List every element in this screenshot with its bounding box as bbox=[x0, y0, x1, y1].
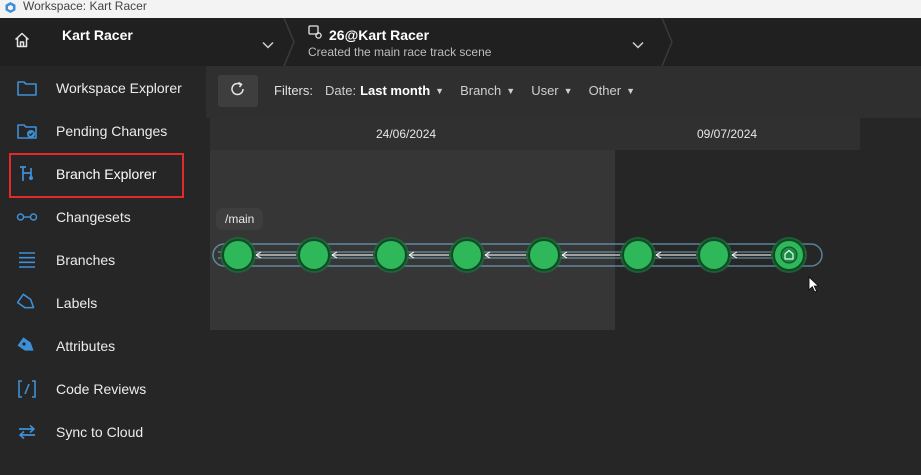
sidebar-item-label: Workspace Explorer bbox=[56, 80, 182, 96]
repository-selector[interactable]: Kart Racer bbox=[44, 18, 286, 66]
changeset-node bbox=[451, 239, 483, 271]
branch-explorer-view: Filters: Date: Last month ▼ Branch ▼ Use… bbox=[206, 66, 921, 475]
date-filter-label: Date: bbox=[325, 83, 357, 98]
sidebar-item-label: Sync to Cloud bbox=[56, 424, 144, 440]
chevron-down-icon: ▼ bbox=[506, 85, 516, 96]
sidebar-item-label: Changesets bbox=[56, 209, 131, 225]
chevron-down-icon bbox=[632, 36, 644, 54]
changeset-id: 26@Kart Racer bbox=[329, 26, 430, 43]
mouse-cursor-icon bbox=[808, 275, 820, 299]
sidebar-item-changesets[interactable]: Changesets bbox=[0, 196, 206, 238]
branches-list-icon bbox=[15, 248, 39, 272]
sidebar-item-sync-to-cloud[interactable]: Sync to Cloud bbox=[0, 411, 206, 453]
header-bar: Kart Racer 26@Kart Racer Created the mai… bbox=[0, 18, 921, 66]
filter-toolbar: Filters: Date: Last month ▼ Branch ▼ Use… bbox=[206, 66, 921, 118]
sidebar-item-label: Pending Changes bbox=[56, 123, 168, 139]
filters-label: Filters: bbox=[274, 83, 313, 98]
code-review-icon bbox=[15, 377, 39, 401]
sidebar-item-label: Code Reviews bbox=[56, 381, 147, 397]
home-button[interactable] bbox=[0, 18, 44, 66]
sidebar-item-label: Branches bbox=[56, 252, 116, 268]
chevron-down-icon bbox=[262, 36, 274, 54]
changeset-description: Created the main race track scene bbox=[308, 45, 492, 59]
attributes-tag-icon bbox=[15, 334, 39, 358]
window-titlebar: Workspace: Kart Racer bbox=[0, 0, 921, 18]
chevron-down-icon: ▼ bbox=[435, 85, 445, 96]
changeset-node bbox=[622, 239, 654, 271]
sidebar-item-workspace-explorer[interactable]: Workspace Explorer bbox=[0, 67, 206, 109]
changeset-node bbox=[528, 239, 560, 271]
changeset-icon bbox=[308, 25, 323, 44]
changesets-icon bbox=[15, 205, 39, 229]
changeset-node bbox=[698, 239, 730, 271]
branch-filter-dropdown[interactable]: Branch ▼ bbox=[460, 83, 515, 98]
sidebar-item-pending-changes[interactable]: Pending Changes bbox=[0, 110, 206, 152]
branch-explorer-icon bbox=[15, 162, 39, 186]
repository-name: Kart Racer bbox=[62, 27, 133, 43]
label-tag-icon bbox=[15, 291, 39, 315]
branch-timeline[interactable]: 24/06/2024 09/07/2024 /main bbox=[206, 118, 921, 475]
date-filter-dropdown[interactable]: Date: Last month ▼ bbox=[325, 83, 444, 98]
window-title: Workspace: Kart Racer bbox=[23, 0, 147, 13]
sync-icon bbox=[15, 420, 39, 444]
sidebar-item-label: Attributes bbox=[56, 338, 116, 354]
other-filter-dropdown[interactable]: Other ▼ bbox=[589, 83, 635, 98]
breadcrumb-separator bbox=[661, 18, 673, 66]
changeset-selector[interactable]: 26@Kart Racer Created the main race trac… bbox=[290, 18, 660, 66]
plastic-logo-icon bbox=[4, 1, 17, 14]
date-filter-value: Last month bbox=[360, 83, 431, 98]
branch-filter-label: Branch bbox=[460, 83, 502, 98]
sidebar-item-attributes[interactable]: Attributes bbox=[0, 325, 206, 367]
changeset-node bbox=[298, 239, 330, 271]
pending-changes-icon bbox=[15, 119, 39, 143]
folder-icon bbox=[15, 76, 39, 100]
changeset-node bbox=[222, 239, 254, 271]
sidebar-item-branch-explorer[interactable]: Branch Explorer bbox=[0, 153, 206, 195]
sidebar-item-branches[interactable]: Branches bbox=[0, 239, 206, 281]
home-icon bbox=[13, 31, 31, 54]
filters-bar: Filters: Date: Last month ▼ Branch ▼ Use… bbox=[274, 83, 651, 98]
changeset-node bbox=[375, 239, 407, 271]
chevron-down-icon: ▼ bbox=[563, 85, 573, 96]
branch-graph[interactable] bbox=[206, 118, 921, 378]
sidebar-item-labels[interactable]: Labels bbox=[0, 282, 206, 324]
refresh-icon bbox=[229, 80, 247, 103]
sidebar: Workspace Explorer Pending Changes Branc… bbox=[0, 66, 206, 475]
sidebar-item-code-reviews[interactable]: Code Reviews bbox=[0, 368, 206, 410]
head-marker bbox=[780, 246, 798, 264]
refresh-button[interactable] bbox=[218, 75, 258, 107]
chevron-down-icon: ▼ bbox=[626, 85, 635, 96]
other-filter-label: Other bbox=[588, 83, 622, 98]
sidebar-item-label: Labels bbox=[56, 295, 98, 311]
user-filter-dropdown[interactable]: User ▼ bbox=[531, 83, 572, 98]
user-filter-label: User bbox=[531, 83, 559, 98]
sidebar-item-label: Branch Explorer bbox=[56, 166, 157, 182]
